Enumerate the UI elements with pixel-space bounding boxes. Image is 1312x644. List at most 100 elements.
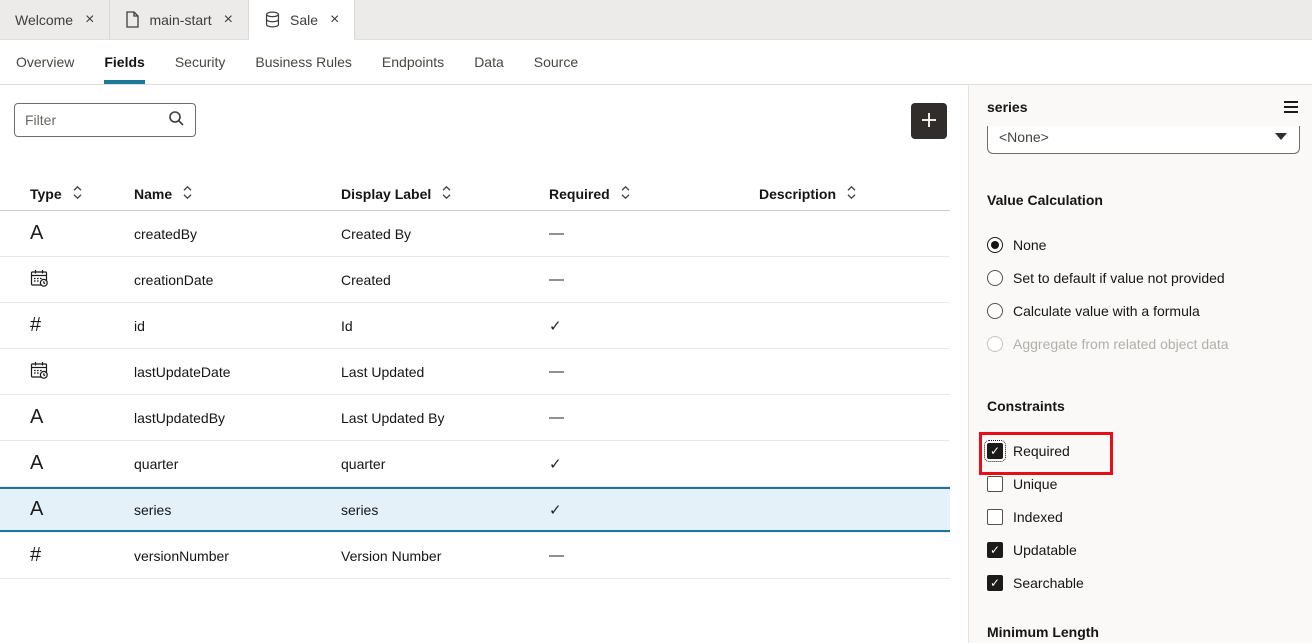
subnav-tab-fields[interactable]: Fields [104,40,144,84]
table-row-lastUpdatedBy[interactable]: AlastUpdatedByLast Updated By— [0,395,950,441]
cell-type: A [30,222,134,245]
table-row-versionNumber[interactable]: #versionNumberVersion Number— [0,533,950,579]
editor-tab-main-start[interactable]: main-start × [110,0,249,39]
cell-type [30,269,134,291]
string-type-icon: A [30,452,43,474]
cell-required: — [549,409,759,426]
dropdown-value: <None> [999,129,1049,153]
radio-label: Aggregate from related object data [1013,336,1229,352]
checkbox-label: Indexed [1013,509,1063,525]
panel-header: series [987,97,1300,117]
table-row-series[interactable]: Aseriesseries✓ [0,487,950,533]
column-label: Required [549,186,610,202]
radio-label: Set to default if value not provided [1013,270,1225,286]
checkbox-option-updatable[interactable]: ✓Updatable [987,533,1300,566]
panel-menu-icon[interactable] [1282,99,1300,115]
column-header-description[interactable]: Description [759,185,950,203]
constraints-heading: Constraints [987,398,1300,414]
string-type-icon: A [30,222,43,244]
table-row-creationDate[interactable]: creationDateCreated— [0,257,950,303]
checkbox-icon: ✓ [987,542,1003,558]
column-header-name[interactable]: Name [134,185,341,203]
minimum-length-label: Minimum Length [987,624,1300,640]
cell-type: A [30,406,134,429]
radio-option-calculate-value-with-a-formula[interactable]: Calculate value with a formula [987,294,1300,327]
tab-label: main-start [149,12,211,28]
tab-label: Welcome [15,12,73,28]
cell-name: versionNumber [134,548,341,564]
datetime-type-icon [30,367,49,383]
subnav-tab-source[interactable]: Source [534,40,578,84]
column-header-type[interactable]: Type [30,185,134,203]
radio-option-none[interactable]: None [987,228,1300,261]
checkbox-icon [987,476,1003,492]
cell-name: lastUpdateDate [134,364,341,380]
checkbox-icon: ✓ [987,575,1003,591]
column-label: Name [134,186,172,202]
sort-icon [846,185,857,203]
table-body: AcreatedByCreated By—creationDateCreated… [0,211,950,579]
checkbox-icon [987,509,1003,525]
cell-display-label: Created [341,272,549,288]
radio-icon [987,237,1003,253]
table-header-row: Type Name Display Label Required Description [0,177,950,211]
checkbox-label: Unique [1013,476,1057,492]
constraints-options: ✓RequiredUniqueIndexed✓Updatable✓Searcha… [987,434,1300,599]
close-icon[interactable]: × [85,12,94,28]
string-type-icon: A [30,498,43,520]
table-row-quarter[interactable]: Aquarterquarter✓ [0,441,950,487]
datetime-type-icon [30,275,49,291]
reference-dropdown[interactable]: <None> [987,126,1300,154]
column-label: Type [30,186,62,202]
cell-display-label: Last Updated By [341,410,549,426]
subnav-tab-business-rules[interactable]: Business Rules [255,40,352,84]
cell-required: ✓ [549,501,759,519]
subnav-tab-overview[interactable]: Overview [16,40,74,84]
radio-icon [987,336,1003,352]
cell-name: lastUpdatedBy [134,410,341,426]
column-label: Description [759,186,836,202]
close-icon[interactable]: × [224,12,233,28]
checkbox-option-searchable[interactable]: ✓ Searchable [987,566,1300,599]
cell-display-label: Last Updated [341,364,549,380]
subnav-tab-data[interactable]: Data [474,40,504,84]
table-row-lastUpdateDate[interactable]: lastUpdateDateLast Updated— [0,349,950,395]
table-row-createdBy[interactable]: AcreatedByCreated By— [0,211,950,257]
column-header-display-label[interactable]: Display Label [341,185,549,203]
checkbox-option-required[interactable]: ✓Required [987,434,1300,467]
editor-tab-sale[interactable]: Sale × [249,0,355,40]
radio-icon [987,303,1003,319]
cell-type: A [30,452,134,475]
cell-name: id [134,318,341,334]
editor-tab-welcome[interactable]: Welcome × [0,0,110,39]
cell-required: — [549,271,759,288]
sort-icon [620,185,631,203]
editor-tab-bar: Welcome × main-start × Sale × [0,0,1312,40]
fields-toolbar [0,85,968,139]
sort-icon [72,185,83,203]
cell-name: creationDate [134,272,341,288]
filter-input[interactable] [25,112,168,128]
radio-option-aggregate-from-related-object-data: Aggregate from related object data [987,327,1300,360]
column-label: Display Label [341,186,431,202]
column-header-required[interactable]: Required [549,185,759,203]
cell-display-label: Version Number [341,548,549,564]
tab-label: Sale [290,12,318,28]
checkbox-option-indexed[interactable]: Indexed [987,500,1300,533]
checkbox-option-unique[interactable]: Unique [987,467,1300,500]
add-field-button[interactable] [911,103,947,139]
field-properties-panel: series <None> Value Calculation NoneSet … [968,85,1312,643]
subnav-tab-security[interactable]: Security [175,40,226,84]
cell-display-label: Id [341,318,549,334]
close-icon[interactable]: × [330,12,339,28]
radio-option-set-to-default-if-value-not-provided[interactable]: Set to default if value not provided [987,261,1300,294]
radio-label: Calculate value with a formula [1013,303,1200,319]
cell-display-label: series [341,502,549,518]
checkbox-icon: ✓ [987,443,1003,459]
table-row-id[interactable]: #idId✓ [0,303,950,349]
sort-icon [441,185,452,203]
plus-icon [920,111,938,132]
subnav-tab-endpoints[interactable]: Endpoints [382,40,444,84]
cell-name: createdBy [134,226,341,242]
checkbox-label: Searchable [1013,575,1084,591]
